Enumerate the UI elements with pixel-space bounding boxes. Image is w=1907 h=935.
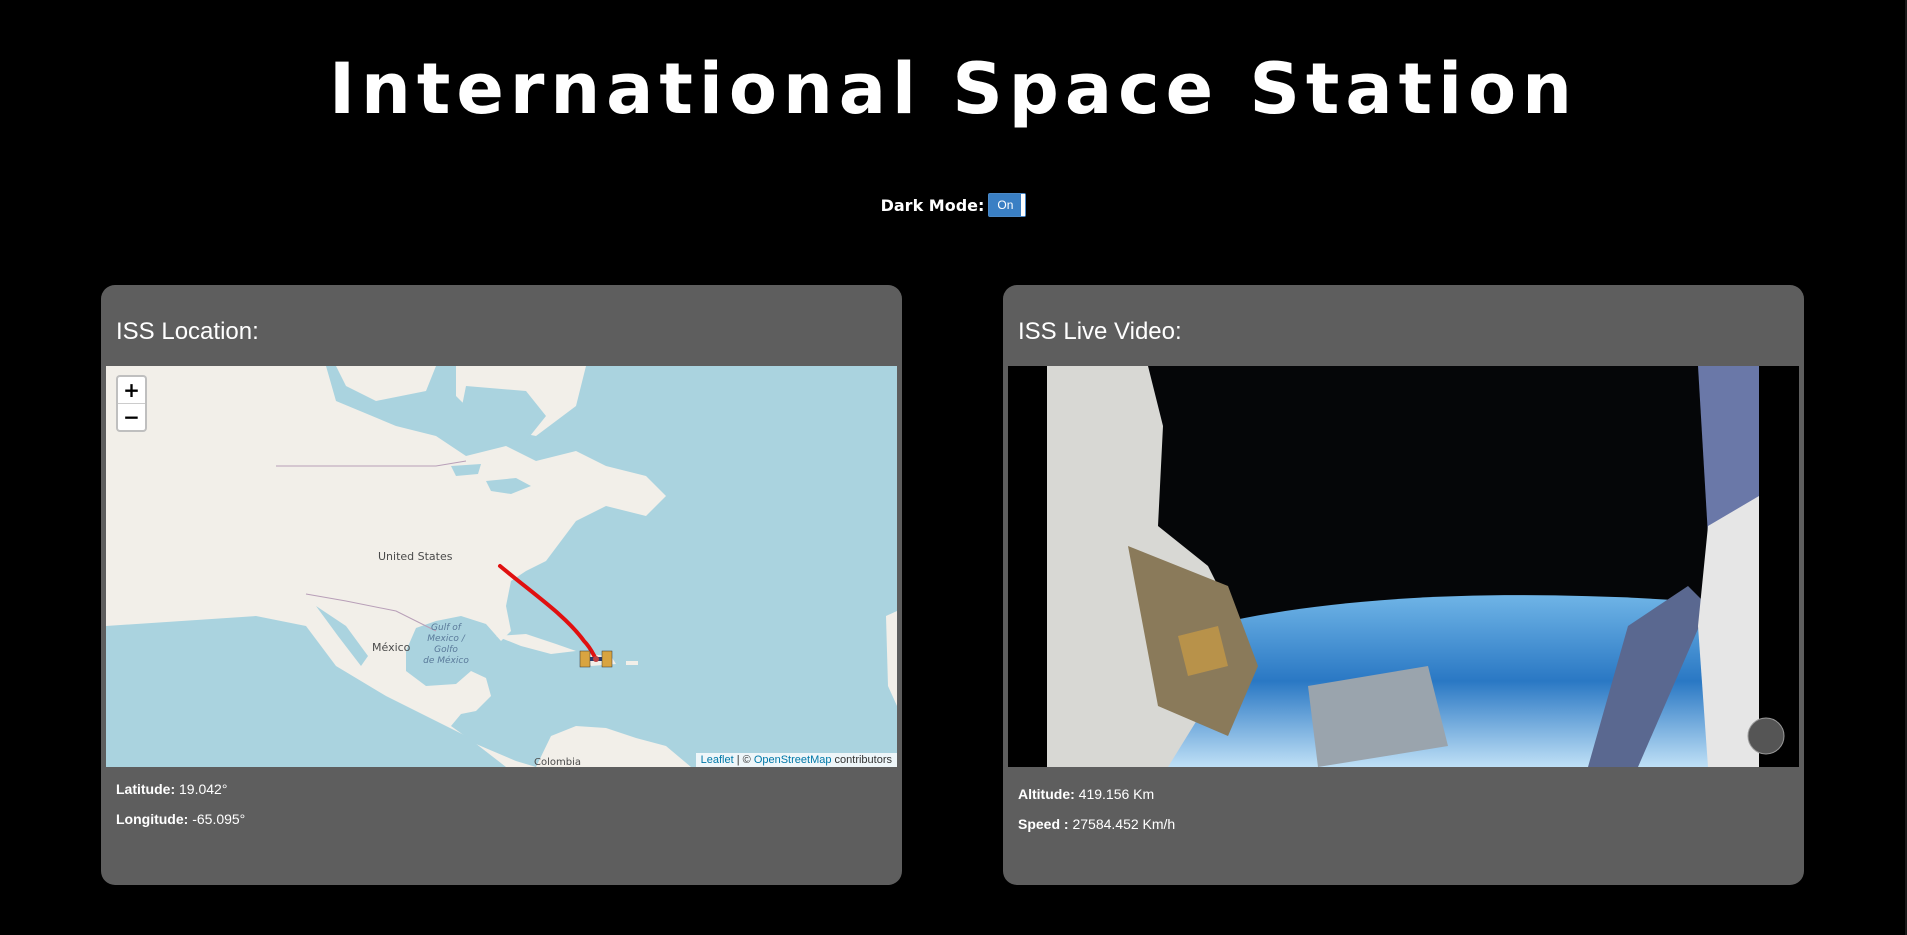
latitude-line: Latitude: 19.042° [116, 781, 227, 797]
dark-mode-toggle-state: On [989, 194, 1022, 216]
map-attribution: Leaflet | © OpenStreetMap contributors [695, 753, 897, 767]
iss-location-card: ISS Location: United States México Gulf … [101, 285, 902, 885]
page-title: International Space Station [329, 48, 1578, 130]
dark-mode-row: Dark Mode: On [0, 193, 1907, 217]
dark-mode-label: Dark Mode: [880, 195, 985, 215]
osm-link[interactable]: OpenStreetMap [754, 754, 832, 766]
video-frame [1008, 366, 1799, 767]
altitude-value: 419.156 Km [1078, 786, 1155, 802]
label-gulf-4: de México [423, 655, 469, 666]
leaflet-link[interactable]: Leaflet [701, 754, 734, 766]
label-gulf-2: Mexico / [427, 634, 465, 644]
attribution-contributors: contributors [831, 754, 892, 766]
channel-logo-icon [1747, 717, 1785, 755]
altitude-line: Altitude: 419.156 Km [1018, 786, 1154, 802]
label-mexico: México [372, 641, 411, 654]
land-puerto-rico [626, 661, 638, 665]
latitude-value: 19.042° [179, 781, 228, 797]
iss-live-video[interactable] [1008, 366, 1799, 767]
speed-line: Speed : 27584.452 Km/h [1018, 816, 1175, 832]
iss-video-card: ISS Live Video: Altitude: 419.156 Km Spe… [1003, 285, 1804, 885]
latitude-label: Latitude: [116, 781, 176, 797]
label-colombia: Colombia [534, 757, 581, 767]
toggle-handle [1021, 194, 1026, 216]
longitude-label: Longitude: [116, 811, 189, 827]
label-gulf-3: Golfo [434, 645, 458, 655]
attribution-separator: | © [733, 754, 754, 766]
iss-map[interactable]: United States México Gulf of Mexico / Go… [106, 366, 897, 767]
label-united-states: United States [378, 550, 453, 563]
label-gulf-1: Gulf of [431, 623, 463, 633]
zoom-out-button[interactable]: − [118, 403, 145, 430]
dark-mode-toggle[interactable]: On [988, 193, 1027, 217]
longitude-line: Longitude: -65.095° [116, 811, 245, 827]
iss-location-heading: ISS Location: [116, 318, 259, 345]
map-tiles: United States México Gulf of Mexico / Go… [106, 366, 897, 767]
altitude-label: Altitude: [1018, 786, 1075, 802]
speed-label: Speed : [1018, 816, 1069, 832]
zoom-in-button[interactable]: + [118, 377, 145, 403]
iss-video-heading: ISS Live Video: [1018, 318, 1182, 345]
zoom-control: + − [116, 375, 147, 432]
speed-value: 27584.452 Km/h [1072, 816, 1176, 832]
longitude-value: -65.095° [192, 811, 246, 827]
